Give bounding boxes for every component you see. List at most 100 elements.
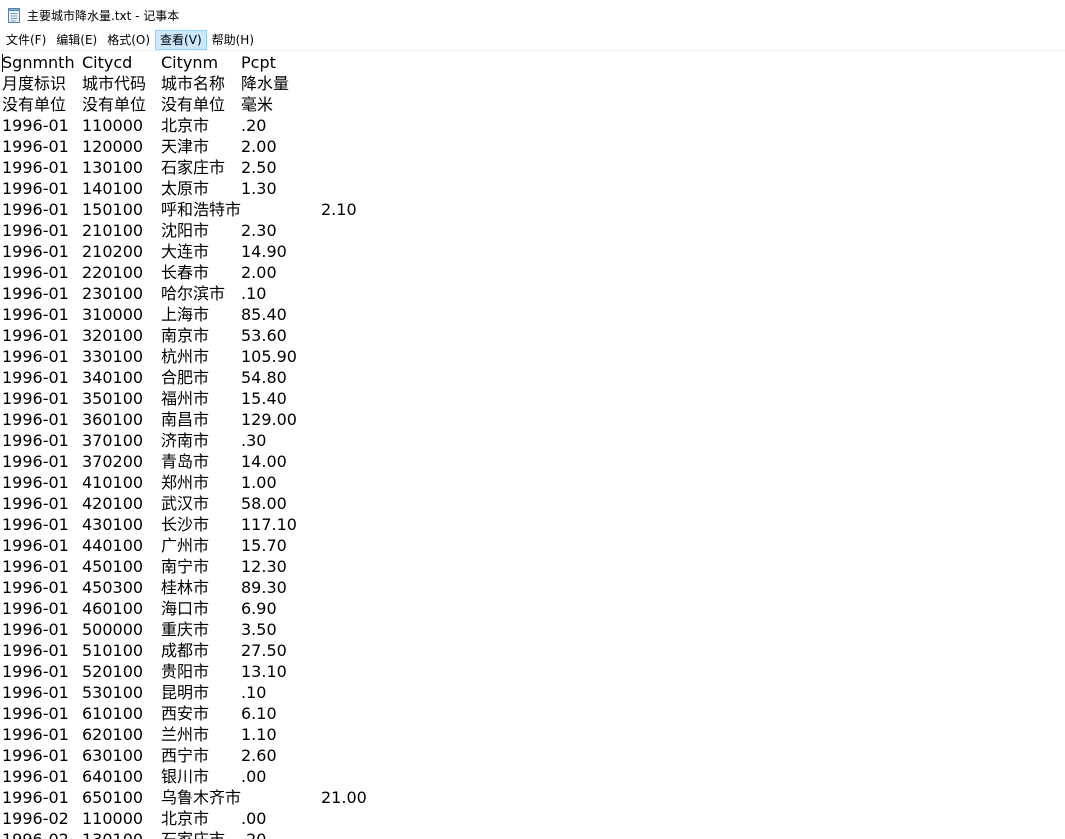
text-line: 1996-01 140100 太原市 1.30 — [2, 178, 1065, 199]
month-cell: 1996-01 — [2, 221, 69, 240]
text-line: 1996-01 210100 沈阳市 2.30 — [2, 220, 1065, 241]
month-cell: 1996-01 — [2, 704, 69, 723]
city-name-cell: 银川市 — [161, 767, 210, 786]
month-cell: 1996-01 — [2, 263, 69, 282]
city-name-cell: 哈尔滨市 — [161, 284, 226, 303]
menu-help[interactable]: 帮助(H) — [207, 30, 259, 50]
month-cell: 1996-01 — [2, 452, 69, 471]
precip-cell: 3.50 — [241, 620, 277, 639]
precip-cell: 12.30 — [241, 557, 287, 576]
text-line: 1996-01 530100 昆明市 .10 — [2, 682, 1065, 703]
menu-bar: 文件(F) 编辑(E) 格式(O) 查看(V) 帮助(H) — [0, 30, 1065, 50]
text-line: 1996-01 330100 杭州市 105.90 — [2, 346, 1065, 367]
city-name-cell: 呼和浩特市 — [161, 200, 242, 219]
city-code-cell: 230100 — [82, 284, 144, 303]
month-cell: 1996-01 — [2, 746, 69, 765]
city-code-cell: 530100 — [82, 683, 144, 702]
city-name-cell: 广州市 — [161, 536, 210, 555]
text-line: 1996-01 430100 长沙市 117.10 — [2, 514, 1065, 535]
month-cell: 1996-01 — [2, 116, 69, 135]
city-name-cell: 南京市 — [161, 326, 210, 345]
city-code-cell: 120000 — [82, 137, 144, 156]
text-line: 没有单位 没有单位 没有单位 毫米 — [2, 94, 1065, 115]
precip-cell: 14.90 — [241, 242, 287, 261]
notepad-icon — [8, 7, 21, 23]
menu-format[interactable]: 格式(O) — [102, 30, 155, 50]
precip-cell: 2.60 — [241, 746, 277, 765]
city-name-cell: 太原市 — [161, 179, 210, 198]
precip-cell: 毫米 — [241, 95, 274, 114]
city-code-cell: 没有单位 — [82, 95, 147, 114]
text-line: 月度标识 城市代码 城市名称 降水量 — [2, 73, 1065, 94]
text-line: 1996-01 310000 上海市 85.40 — [2, 304, 1065, 325]
text-line: 1996-01 640100 银川市 .00 — [2, 766, 1065, 787]
precip-cell: 2.50 — [241, 158, 277, 177]
city-name-cell: 桂林市 — [161, 578, 210, 597]
month-cell: 1996-01 — [2, 179, 69, 198]
text-line: 1996-01 120000 天津市 2.00 — [2, 136, 1065, 157]
month-cell: 1996-01 — [2, 767, 69, 786]
city-name-cell: 石家庄市 — [161, 158, 226, 177]
precip-cell: 2.00 — [241, 137, 277, 156]
month-cell: 1996-01 — [2, 431, 69, 450]
city-name-cell: 昆明市 — [161, 683, 210, 702]
precip-cell: Pcpt — [241, 53, 276, 72]
city-name-cell: 西安市 — [161, 704, 210, 723]
month-cell: 1996-01 — [2, 683, 69, 702]
city-code-cell: 370100 — [82, 431, 144, 450]
precip-cell: 降水量 — [241, 74, 290, 93]
precip-cell: 117.10 — [241, 515, 297, 534]
city-name-cell: 海口市 — [161, 599, 210, 618]
city-name-cell: 成都市 — [161, 641, 210, 660]
precip-cell: .00 — [241, 809, 267, 828]
city-name-cell: 北京市 — [161, 116, 210, 135]
city-code-cell: 620100 — [82, 725, 144, 744]
text-line: 1996-01 420100 武汉市 58.00 — [2, 493, 1065, 514]
city-code-cell: 440100 — [82, 536, 144, 555]
city-name-cell: 上海市 — [161, 305, 210, 324]
precip-cell: .00 — [241, 767, 267, 786]
precip-cell: 6.90 — [241, 599, 277, 618]
text-line: 1996-01 370200 青岛市 14.00 — [2, 451, 1065, 472]
city-code-cell: 110000 — [82, 116, 144, 135]
city-name-cell: 长春市 — [161, 263, 210, 282]
month-cell: 1996-01 — [2, 494, 69, 513]
month-cell: 1996-01 — [2, 389, 69, 408]
menu-file[interactable]: 文件(F) — [1, 30, 51, 50]
month-cell: 1996-01 — [2, 284, 69, 303]
city-name-cell: 西宁市 — [161, 746, 210, 765]
month-cell: 1996-01 — [2, 305, 69, 324]
city-code-cell: 150100 — [82, 200, 144, 219]
text-line: 1996-01 320100 南京市 53.60 — [2, 325, 1065, 346]
city-code-cell: 350100 — [82, 389, 144, 408]
text-content[interactable]: Sgnmnth Citycd Citynm Pcpt 月度标识 城市代码 城市名称 降水量 没有… — [2, 52, 1065, 839]
text-line: 1996-01 110000 北京市 .20 — [2, 115, 1065, 136]
text-line: 1996-01 460100 海口市 6.90 — [2, 598, 1065, 619]
title-bar[interactable]: 主要城市降水量.txt - 记事本 — [0, 0, 1065, 30]
text-line: 1996-01 500000 重庆市 3.50 — [2, 619, 1065, 640]
city-code-cell: 460100 — [82, 599, 144, 618]
month-cell: 1996-01 — [2, 137, 69, 156]
city-code-cell: 370200 — [82, 452, 144, 471]
menu-view[interactable]: 查看(V) — [155, 30, 207, 50]
month-cell: 1996-01 — [2, 368, 69, 387]
month-cell: 1996-01 — [2, 662, 69, 681]
month-cell: 1996-01 — [2, 242, 69, 261]
precip-cell: .10 — [241, 683, 267, 702]
text-line: 1996-01 210200 大连市 14.90 — [2, 241, 1065, 262]
month-cell: 1996-01 — [2, 473, 69, 492]
city-name-cell: 兰州市 — [161, 725, 210, 744]
precip-cell: 129.00 — [241, 410, 297, 429]
text-editor-area[interactable]: Sgnmnth Citycd Citynm Pcpt 月度标识 城市代码 城市名称 降水量 没有… — [0, 50, 1065, 839]
city-code-cell: 630100 — [82, 746, 144, 765]
city-code-cell: Citycd — [82, 53, 133, 72]
menu-edit[interactable]: 编辑(E) — [51, 30, 102, 50]
city-code-cell: 210100 — [82, 221, 144, 240]
notepad-window: 主要城市降水量.txt - 记事本 文件(F) 编辑(E) 格式(O) 查看(V) 帮助… — [0, 0, 1065, 839]
text-line: 1996-01 620100 兰州市 1.10 — [2, 724, 1065, 745]
month-cell: 1996-01 — [2, 788, 69, 807]
month-cell: 1996-01 — [2, 347, 69, 366]
city-code-cell: 510100 — [82, 641, 144, 660]
precip-cell: .30 — [241, 431, 267, 450]
city-name-cell: 南昌市 — [161, 410, 210, 429]
